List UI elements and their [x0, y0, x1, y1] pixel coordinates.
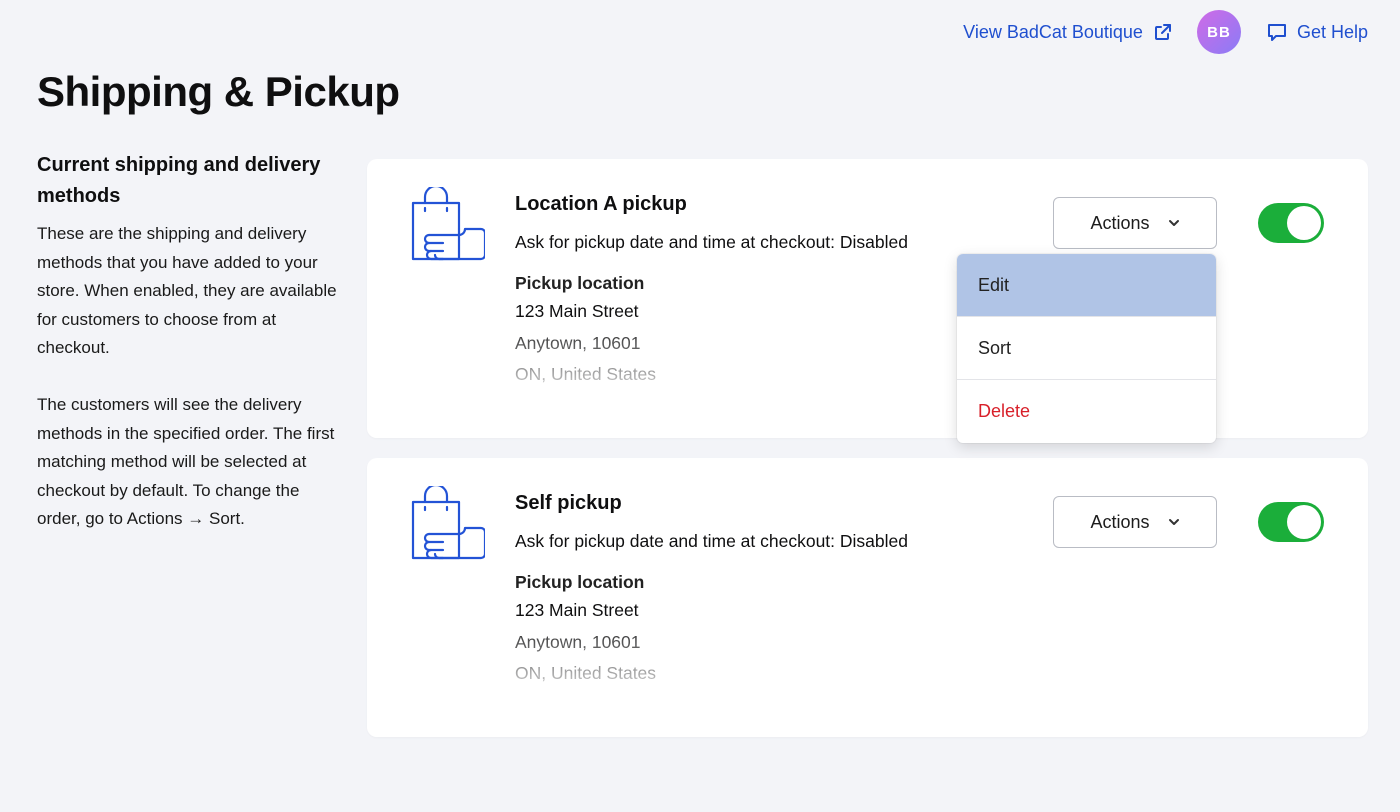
page-title: Shipping & Pickup — [37, 68, 400, 115]
enable-toggle[interactable] — [1258, 203, 1324, 243]
menu-item-delete[interactable]: Delete — [957, 380, 1216, 443]
side-heading: Current shipping and delivery methods — [37, 154, 321, 207]
view-store-label: View BadCat Boutique — [963, 21, 1143, 42]
method-card-self-pickup: Self pickup Ask for pickup date and time… — [367, 458, 1368, 737]
side-description: Current shipping and delivery methods Th… — [37, 150, 347, 562]
actions-label: Actions — [1090, 511, 1150, 532]
enable-toggle[interactable] — [1258, 502, 1324, 542]
view-store-link[interactable]: View BadCat Boutique — [963, 22, 1173, 43]
shopping-bag-hand-icon — [409, 184, 487, 263]
chevron-down-icon — [1168, 519, 1179, 525]
address-line-3: ON, United States — [515, 663, 657, 683]
chevron-down-icon — [1168, 220, 1179, 226]
method-card-location-a: Location A pickup Ask for pickup date an… — [367, 159, 1368, 438]
menu-item-edit[interactable]: Edit — [957, 254, 1216, 317]
get-help-label: Get Help — [1296, 21, 1368, 42]
method-title: Self pickup — [515, 492, 622, 514]
avatar[interactable]: BB — [1196, 10, 1241, 54]
menu-item-sort[interactable]: Sort — [957, 317, 1216, 380]
toggle-knob — [1287, 206, 1321, 240]
actions-button[interactable]: Actions — [1053, 496, 1217, 548]
address-line-1: 123 Main Street — [515, 600, 639, 620]
actions-dropdown-menu: Edit Sort Delete — [957, 254, 1216, 443]
actions-button[interactable]: Actions — [1053, 197, 1217, 249]
top-bar: View BadCat Boutique BB Get Help — [963, 10, 1368, 54]
address-line-2: Anytown, 10601 — [515, 631, 641, 652]
shopping-bag-hand-icon — [409, 483, 487, 562]
side-paragraph-2: The customers will see the delivery meth… — [37, 394, 335, 529]
actions-label: Actions — [1090, 212, 1150, 233]
method-description: Ask for pickup date and time at checkout… — [515, 232, 908, 252]
chat-bubble-icon — [1267, 24, 1286, 41]
get-help-link[interactable]: Get Help — [1267, 22, 1368, 43]
toggle-knob — [1287, 505, 1321, 539]
method-title: Location A pickup — [515, 193, 687, 215]
method-content: Self pickup Ask for pickup date and time… — [515, 488, 1035, 690]
external-link-icon — [1154, 24, 1171, 40]
side-paragraph-1: These are the shipping and delivery meth… — [37, 224, 337, 358]
method-description: Ask for pickup date and time at checkout… — [515, 531, 908, 551]
pickup-location-label: Pickup location — [515, 572, 645, 592]
